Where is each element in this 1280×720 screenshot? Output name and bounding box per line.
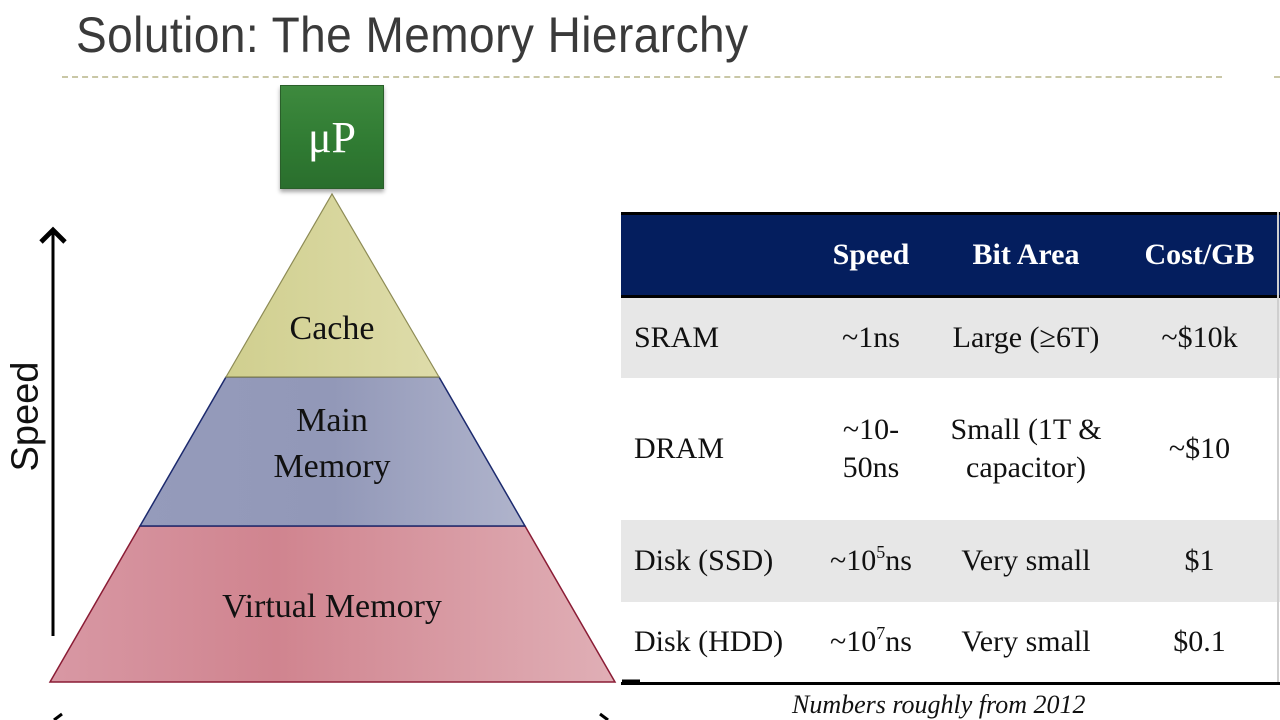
- processor-box: μP: [280, 85, 384, 189]
- cell-area: Very small: [933, 602, 1119, 685]
- cell-name: DRAM: [634, 432, 725, 465]
- cell-speed: ~105ns: [830, 542, 912, 577]
- table-row-sram: SRAM ~1ns Large (≥6T) ~$10k: [621, 296, 1280, 378]
- cell-area: Small (1T & capacitor): [950, 413, 1102, 484]
- cell-speed: ~1ns: [842, 321, 900, 354]
- footnote: Numbers roughly from 2012: [792, 690, 1086, 719]
- cell-speed: ~10- 50ns: [842, 413, 900, 484]
- cell-cost: ~$10k: [1161, 321, 1238, 354]
- main-memory-label: Main Memory: [273, 402, 391, 485]
- cell-name: Disk (SSD): [634, 544, 774, 577]
- table-header-row: Speed Bit Area Cost/GB: [621, 212, 1280, 298]
- header-speed: Speed: [809, 212, 933, 298]
- virtual-memory-label: Virtual Memory: [222, 588, 442, 625]
- table-row-hdd: Disk (HDD) ~107ns Very small $0.1: [621, 602, 1280, 685]
- header-cost: Cost/GB: [1119, 212, 1280, 298]
- size-axis-left-arrowhead: [53, 712, 63, 720]
- table-right-edge: [1277, 212, 1279, 682]
- title-divider-tail: [1274, 76, 1280, 78]
- cell-cost: $0.1: [1119, 602, 1280, 685]
- processor-label: μP: [307, 112, 357, 162]
- cache-label: Cache: [289, 310, 375, 347]
- table-row-ssd: Disk (SSD) ~105ns Very small $1: [621, 520, 1280, 602]
- cell-cost: ~$10: [1168, 432, 1231, 465]
- cell-area: Large (≥6T): [952, 321, 1100, 354]
- table-row-dram: DRAM ~10- 50ns Small (1T & capacitor) ~$…: [621, 378, 1280, 520]
- cell-speed: ~107ns: [809, 602, 933, 685]
- header-bit-area: Bit Area: [933, 212, 1119, 298]
- cell-area: Very small: [961, 544, 1091, 577]
- cell-name: SRAM: [634, 321, 720, 354]
- header-blank: [621, 212, 809, 298]
- size-axis-right-arrowhead: [599, 712, 609, 720]
- memory-comparison-table: Speed Bit Area Cost/GB SRAM ~1ns Large (…: [621, 212, 1280, 685]
- cell-name: Disk (HDD): [621, 602, 809, 685]
- cell-cost: $1: [1184, 544, 1215, 577]
- speed-axis-label: Speed: [4, 361, 47, 472]
